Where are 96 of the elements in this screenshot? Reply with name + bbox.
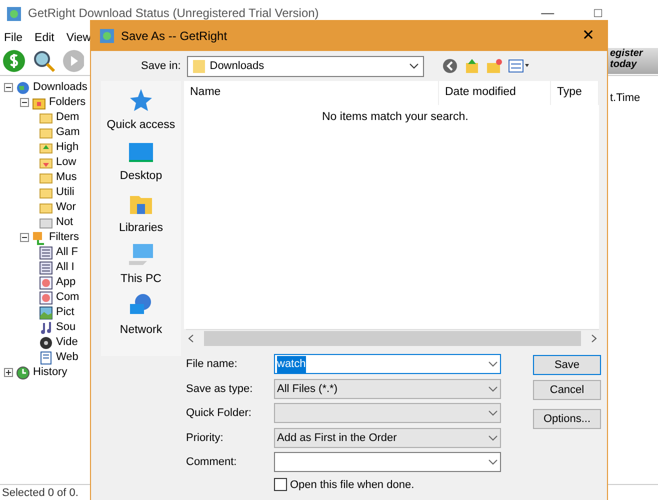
- folder-icon: [39, 170, 53, 184]
- place-label: Quick access: [106, 118, 176, 133]
- app-icon: [99, 28, 115, 44]
- combo-field[interactable]: [274, 452, 501, 472]
- view-menu-icon[interactable]: [508, 58, 530, 74]
- checkbox[interactable]: [274, 478, 287, 492]
- tree-item[interactable]: Web: [56, 349, 78, 366]
- chevron-icon: [488, 410, 498, 416]
- field-label: Comment:: [186, 455, 238, 470]
- tree-item[interactable]: Filters: [49, 229, 79, 246]
- tree-item[interactable]: Mus: [56, 169, 77, 186]
- film-reel-icon: [39, 336, 53, 350]
- web-page-icon: [39, 350, 53, 364]
- collapse-icon[interactable]: [20, 98, 29, 107]
- tree-item[interactable]: Not: [56, 214, 74, 231]
- folder-icon: [39, 186, 53, 200]
- collapse-icon[interactable]: [4, 83, 13, 92]
- banner-text: today: [610, 59, 638, 70]
- list-icon: [39, 246, 53, 260]
- scroll-right-icon[interactable]: [591, 334, 597, 342]
- new-folder-icon[interactable]: [486, 58, 502, 74]
- close-button[interactable]: ✕: [578, 24, 599, 48]
- menu-item[interactable]: Edit: [34, 30, 54, 46]
- column-header[interactable]: Date modified: [439, 81, 551, 105]
- tree-item[interactable]: Downloads: [33, 79, 88, 96]
- tree-item[interactable]: Dem: [56, 109, 80, 126]
- tree-item[interactable]: Vide: [56, 334, 78, 351]
- field-label: Quick Folder:: [186, 406, 252, 421]
- back-icon[interactable]: [442, 58, 458, 74]
- column-header[interactable]: Name: [184, 81, 439, 105]
- app-icon: [6, 6, 22, 22]
- scroll-left-icon[interactable]: [188, 334, 194, 342]
- combo-field[interactable]: watch: [274, 354, 501, 374]
- field-label: File name:: [186, 357, 238, 372]
- tree-item[interactable]: Gam: [56, 124, 80, 141]
- maximize-button[interactable]: □: [594, 5, 602, 20]
- chevron-icon: [488, 361, 498, 368]
- dialog-button[interactable]: Cancel: [533, 380, 601, 400]
- tree-item[interactable]: All F: [56, 244, 78, 261]
- tree-item[interactable]: Pict: [56, 304, 74, 321]
- filter-icon: [32, 230, 46, 244]
- field-label: Priority:: [186, 430, 224, 446]
- column-header[interactable]: t.Time: [608, 90, 658, 106]
- magnifier-icon[interactable]: [32, 48, 56, 72]
- dialog-button[interactable]: Save: [533, 355, 601, 375]
- folder-icon: [39, 216, 53, 230]
- window-title: GetRight Download Status (Unregistered Trial Version): [28, 6, 319, 20]
- tree-item[interactable]: High: [56, 139, 79, 156]
- empty-message: No items match your search.: [322, 110, 468, 125]
- music-icon: [39, 320, 53, 334]
- clock-icon: [16, 366, 30, 380]
- menu-item[interactable]: View: [66, 30, 92, 46]
- chevron-icon: [488, 386, 498, 392]
- collapse-icon[interactable]: [20, 233, 29, 242]
- up-folder-icon[interactable]: [464, 58, 480, 74]
- list-icon: [39, 260, 53, 274]
- chevron-icon: [488, 459, 498, 466]
- tree-item[interactable]: Utili: [56, 184, 74, 201]
- folder-icon: [39, 110, 53, 124]
- globe-icon: [16, 80, 30, 94]
- tree-item[interactable]: Wor: [56, 199, 76, 216]
- tree-item[interactable]: App: [56, 274, 76, 291]
- dropdown[interactable]: All Files (*.*): [274, 378, 501, 399]
- expand-icon[interactable]: [4, 368, 13, 377]
- file-icon: [39, 276, 53, 290]
- dialog-title: Save As -- GetRight: [121, 28, 228, 45]
- column-header[interactable]: Type: [551, 81, 599, 105]
- folder-icon: [39, 140, 53, 154]
- tree-item[interactable]: History: [33, 364, 68, 381]
- chevron-icon: [488, 434, 498, 441]
- file-icon: [39, 290, 53, 304]
- dollar-icon[interactable]: [2, 48, 26, 72]
- dropdown[interactable]: Add as First in the Order: [274, 428, 501, 448]
- folder-icon: [192, 58, 206, 74]
- tree-item[interactable]: All I: [56, 259, 74, 276]
- place-label: This PC: [120, 272, 162, 287]
- save-in-dropdown[interactable]: Downloads: [186, 56, 424, 76]
- folder-icon: [32, 96, 46, 110]
- tree-item[interactable]: Low: [56, 154, 76, 171]
- banner-text: egister: [610, 48, 644, 59]
- place-label: Libraries: [118, 220, 164, 236]
- folder-icon: [39, 156, 53, 170]
- folder-icon: [39, 126, 53, 140]
- chevron-icon: [408, 63, 419, 69]
- image-icon: [39, 306, 53, 320]
- place-label: Desktop: [120, 169, 162, 184]
- minimize-button[interactable]: —: [541, 5, 554, 20]
- field-label: Save as type:: [186, 382, 254, 396]
- tree-item[interactable]: Sou: [56, 319, 76, 336]
- folder-icon: [39, 200, 53, 214]
- tree-item[interactable]: Folders: [49, 94, 86, 111]
- save-in-label: Save in:: [141, 58, 181, 74]
- place-label: Network: [120, 323, 162, 338]
- dialog-button[interactable]: Options...: [533, 409, 601, 429]
- menu-item[interactable]: File: [4, 30, 23, 46]
- tree-item[interactable]: Com: [56, 289, 80, 306]
